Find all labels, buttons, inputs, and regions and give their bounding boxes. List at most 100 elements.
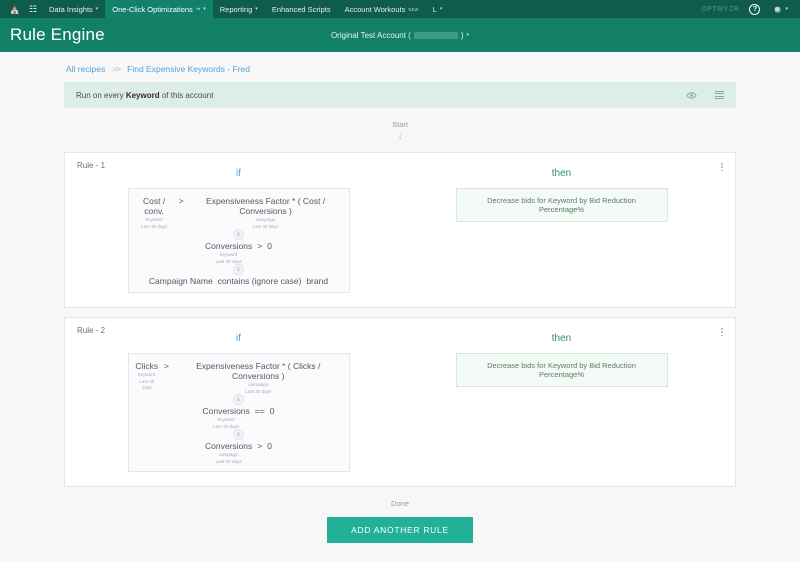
rule-menu-kebab-icon[interactable] <box>719 161 725 173</box>
add-another-rule-button[interactable]: ADD ANOTHER RULE <box>327 517 473 543</box>
condition-operator: == <box>254 406 265 416</box>
operand-name: Conversions <box>202 406 250 416</box>
apps-icon[interactable]: ☷ <box>24 0 42 18</box>
rule-columns: if Clicks keyword Last 30 days > Expensi… <box>77 333 723 472</box>
chevron-down-icon: ▾ <box>95 5 99 12</box>
and-badge: & <box>233 264 244 275</box>
operand-range: Last 30 days <box>215 459 242 464</box>
trademark-mark: ™ <box>195 6 201 12</box>
condition-right-operand: Expensiveness Factor * ( Clicks / Conver… <box>174 361 343 395</box>
account-name: Original Test Account ( <box>330 30 411 40</box>
operand-name: Expensiveness Factor * ( Clicks / Conver… <box>196 361 321 381</box>
operand-range: Last 30 days <box>252 224 279 229</box>
operand-name: Conversions <box>205 441 253 451</box>
and-badge: & <box>233 429 244 440</box>
brand-wordmark: OPTMYZR <box>701 5 740 13</box>
nav-item-l-menu[interactable]: L ▾ <box>426 0 450 18</box>
settings-menu[interactable]: ▾ <box>772 4 788 14</box>
rule-then-column: then Decrease bids for Keyword by Bid Re… <box>400 168 723 293</box>
add-rule-container: ADD ANOTHER RULE <box>64 517 736 543</box>
breadcrumb-current: Find Expensive Keywords - Fred <box>127 64 250 74</box>
operand-range: Last 30 days <box>245 389 272 394</box>
rule-card: Rule - 2 if Clicks keyword Last 30 days <box>64 317 736 487</box>
nav-item-label: Data Insights <box>49 4 93 14</box>
condition-operator: contains (ignore case) <box>217 276 302 286</box>
operand-scope: keyword <box>138 372 156 377</box>
condition-group: Cost / conv. keyword Last 30 days > Expe… <box>127 188 350 293</box>
operand-name: 0 <box>267 241 272 251</box>
rule-menu-kebab-icon[interactable] <box>719 326 725 338</box>
operand-scope: campaign <box>218 452 239 457</box>
account-id-redacted <box>413 31 458 39</box>
rule-action[interactable]: Decrease bids for Keyword by Bid Reducti… <box>455 188 668 222</box>
condition-left-operand: Clicks keyword Last 30 days <box>135 361 160 391</box>
nav-item-enhanced-scripts[interactable]: Enhanced Scripts <box>265 0 338 18</box>
home-icon[interactable]: ⛪ <box>6 0 24 18</box>
condition-operator: > <box>257 241 263 251</box>
chevron-down-icon: ▾ <box>466 31 470 38</box>
chevron-down-icon: ▾ <box>203 5 206 12</box>
help-icon[interactable]: ? <box>749 3 761 15</box>
nav-item-one-click-optimizations[interactable]: One-Click Optimizations ™ ▾ <box>105 0 213 18</box>
operand-range: Last 30 days <box>141 224 168 229</box>
nav-item-reporting[interactable]: Reporting ▾ <box>213 0 265 18</box>
condition-group: Clicks keyword Last 30 days > Expensiven… <box>127 353 350 472</box>
condition-left-operand: Conversions keyword Last 30 days <box>203 406 250 430</box>
flow-start-label: Start <box>392 120 408 129</box>
chevron-down-icon: ▾ <box>785 5 788 12</box>
content-inner: All recipes >> Find Expensive Keywords -… <box>64 64 736 543</box>
operand-name: 0 <box>269 406 275 416</box>
nav-item-label: L <box>432 4 437 14</box>
nav-item-label: Enhanced Scripts <box>271 4 331 14</box>
breadcrumb-all-recipes[interactable]: All recipes <box>66 64 105 74</box>
rule-card: Rule - 1 if Cost / conv. keyword Last 30… <box>64 152 736 308</box>
account-name-close: ) <box>460 30 464 40</box>
and-badge: & <box>233 394 244 405</box>
run-scope-suffix: of this account <box>159 90 214 100</box>
breadcrumb: All recipes >> Find Expensive Keywords -… <box>64 64 736 74</box>
and-badge: & <box>233 229 244 240</box>
flow-done-label: Done <box>391 499 409 508</box>
run-scope-entity: Keyword <box>125 90 160 100</box>
rule-action[interactable]: Decrease bids for Keyword by Bid Reducti… <box>455 353 668 387</box>
operand-scope: keyword <box>145 217 163 222</box>
condition-left-operand: Conversions campaign Last 30 days <box>205 441 252 465</box>
eye-icon[interactable] <box>686 90 697 101</box>
operand-scope: keyword <box>220 252 238 257</box>
operand-name: Conversions <box>205 241 253 251</box>
account-selector[interactable]: Original Test Account () ▾ <box>0 31 800 40</box>
operand-scope: campaign <box>248 382 269 387</box>
run-scope-bar: Run on every Keyword of this account <box>64 82 736 108</box>
rule-if-column: if Clicks keyword Last 30 days > Expensi… <box>77 333 400 472</box>
operand-name: Expensiveness Factor * ( Cost / Conversi… <box>206 196 326 216</box>
operand-name: Campaign Name <box>148 276 213 286</box>
nav-item-label: One-Click Optimizations <box>112 4 193 14</box>
condition-operator: > <box>178 196 184 206</box>
condition-left-operand: Campaign Name <box>149 276 213 286</box>
operand-name: Clicks <box>135 361 159 371</box>
chevron-down-icon: ▾ <box>255 5 258 12</box>
operand-name: brand <box>306 276 329 286</box>
condition-operator: > <box>164 361 169 371</box>
run-scope-prefix: Run on every <box>76 90 126 100</box>
operand-range: Last 30 days <box>139 379 155 390</box>
nav-item-data-insights[interactable]: Data Insights ▾ <box>42 0 105 18</box>
nav-item-account-workouts[interactable]: Account Workouts NEW <box>338 0 426 18</box>
operand-scope: campaign <box>255 217 276 222</box>
run-scope-actions <box>686 90 724 101</box>
gear-icon <box>774 6 782 13</box>
condition-operator: > <box>257 441 263 451</box>
nav-item-label: Account Workouts <box>344 4 406 14</box>
then-label: then <box>551 168 572 179</box>
condition-right-operand: 0 <box>270 406 275 416</box>
list-icon[interactable] <box>715 90 724 100</box>
rule-if-column: if Cost / conv. keyword Last 30 days > E… <box>77 168 400 293</box>
condition-right-operand: 0 <box>267 241 272 251</box>
page-title: Rule Engine <box>10 25 105 44</box>
chevron-down-icon: ▾ <box>439 5 443 12</box>
page-header: Rule Engine Original Test Account () ▾ <box>0 18 800 52</box>
operand-scope: keyword <box>217 417 235 422</box>
breadcrumb-separator: >> <box>112 64 121 74</box>
operand-name: Cost / conv. <box>142 196 166 216</box>
rule-then-column: then Decrease bids for Keyword by Bid Re… <box>400 333 723 472</box>
